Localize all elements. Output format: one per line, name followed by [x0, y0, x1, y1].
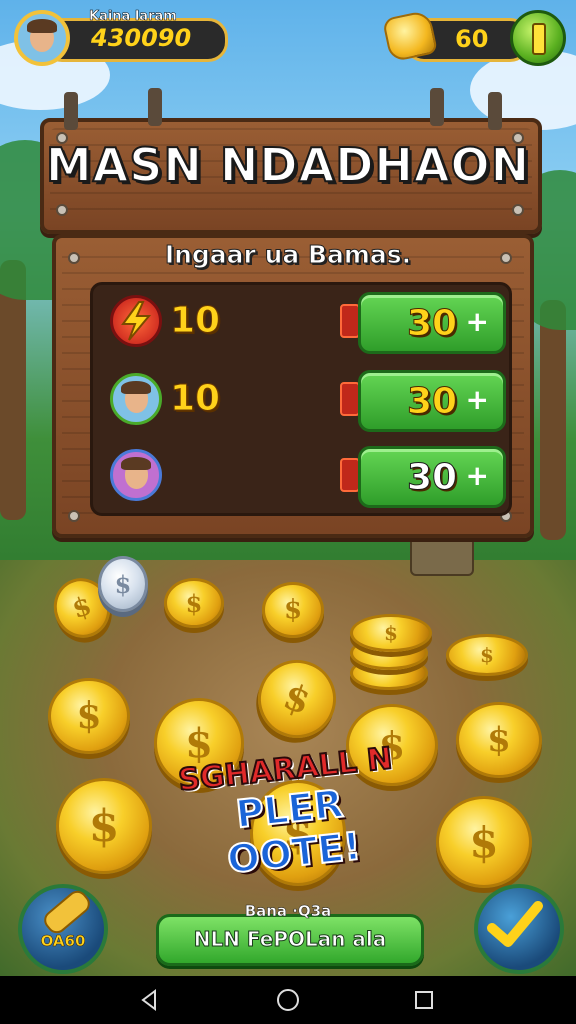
- gem-count: 60: [455, 25, 489, 53]
- rope: [148, 88, 162, 126]
- add-gems-button[interactable]: [510, 10, 566, 66]
- promo-banner: SGHARALL N PLER OOTE!: [174, 740, 406, 886]
- silver-coin: $: [98, 556, 148, 612]
- plus-icon: +: [465, 383, 489, 416]
- offer-amount: 10: [169, 300, 221, 342]
- confirm-round-button[interactable]: [474, 884, 564, 974]
- buy-price: 30: [406, 457, 458, 499]
- buy-price: 30: [406, 381, 458, 423]
- gold-coin: $: [446, 634, 528, 676]
- nav-back-button[interactable]: [120, 976, 180, 1024]
- rope: [488, 92, 502, 130]
- gold-coin: $: [48, 678, 130, 754]
- buy-button[interactable]: 30 +: [358, 292, 506, 354]
- palm-trunk: [540, 300, 566, 540]
- board-title: MASN NDADHAON: [45, 137, 531, 193]
- back-triangle-icon: [141, 989, 156, 1011]
- character-avatar-icon: [110, 373, 162, 425]
- system-nav-bar: [0, 976, 576, 1024]
- home-circle-icon: [277, 989, 299, 1011]
- board-subtitle: Ingaar ua Bamas.: [164, 240, 412, 270]
- recents-square-icon: [415, 991, 433, 1009]
- plus-icon: +: [465, 459, 489, 492]
- gold-coin: $: [262, 582, 324, 638]
- rope: [430, 88, 444, 126]
- gold-coin: $: [350, 614, 432, 652]
- left-button-label: OA60: [40, 932, 86, 951]
- gold-coin: $: [456, 702, 542, 778]
- cta-caption: Bana ·Q3a: [244, 902, 332, 921]
- left-round-button[interactable]: OA60: [18, 884, 108, 974]
- price-tag-icon: [340, 458, 360, 492]
- plus-icon: +: [465, 305, 489, 338]
- player-score: 430090: [91, 24, 192, 52]
- checkmark-icon: [487, 901, 543, 947]
- character-avatar-icon: [110, 449, 162, 501]
- cta-label: NLN FePOLan ala: [193, 927, 387, 952]
- rope: [64, 92, 78, 130]
- price-tag-icon: [340, 382, 360, 416]
- main-cta-button[interactable]: NLN FePOLan ala: [156, 914, 424, 966]
- offer-row: 30 +: [96, 442, 506, 508]
- buy-button[interactable]: 30 +: [358, 370, 506, 432]
- player-avatar[interactable]: [14, 10, 70, 66]
- nav-home-button[interactable]: [258, 976, 318, 1024]
- nav-recents-button[interactable]: [394, 976, 454, 1024]
- chalk-icon: [40, 886, 94, 938]
- gold-coin: $: [56, 778, 152, 874]
- offer-amount: 10: [169, 378, 221, 420]
- player-label: Kaina laram: [89, 9, 177, 25]
- offer-row: 10 30 +: [96, 366, 506, 432]
- buy-price: 30: [406, 303, 458, 345]
- offer-row: 10 30 +: [96, 288, 506, 354]
- lightning-icon: [110, 295, 162, 347]
- buy-button[interactable]: 30 +: [358, 446, 506, 508]
- pause-icon: [532, 23, 546, 55]
- price-tag-icon: [340, 304, 360, 338]
- gold-coin: $: [436, 796, 532, 888]
- gold-coin: $: [164, 578, 224, 628]
